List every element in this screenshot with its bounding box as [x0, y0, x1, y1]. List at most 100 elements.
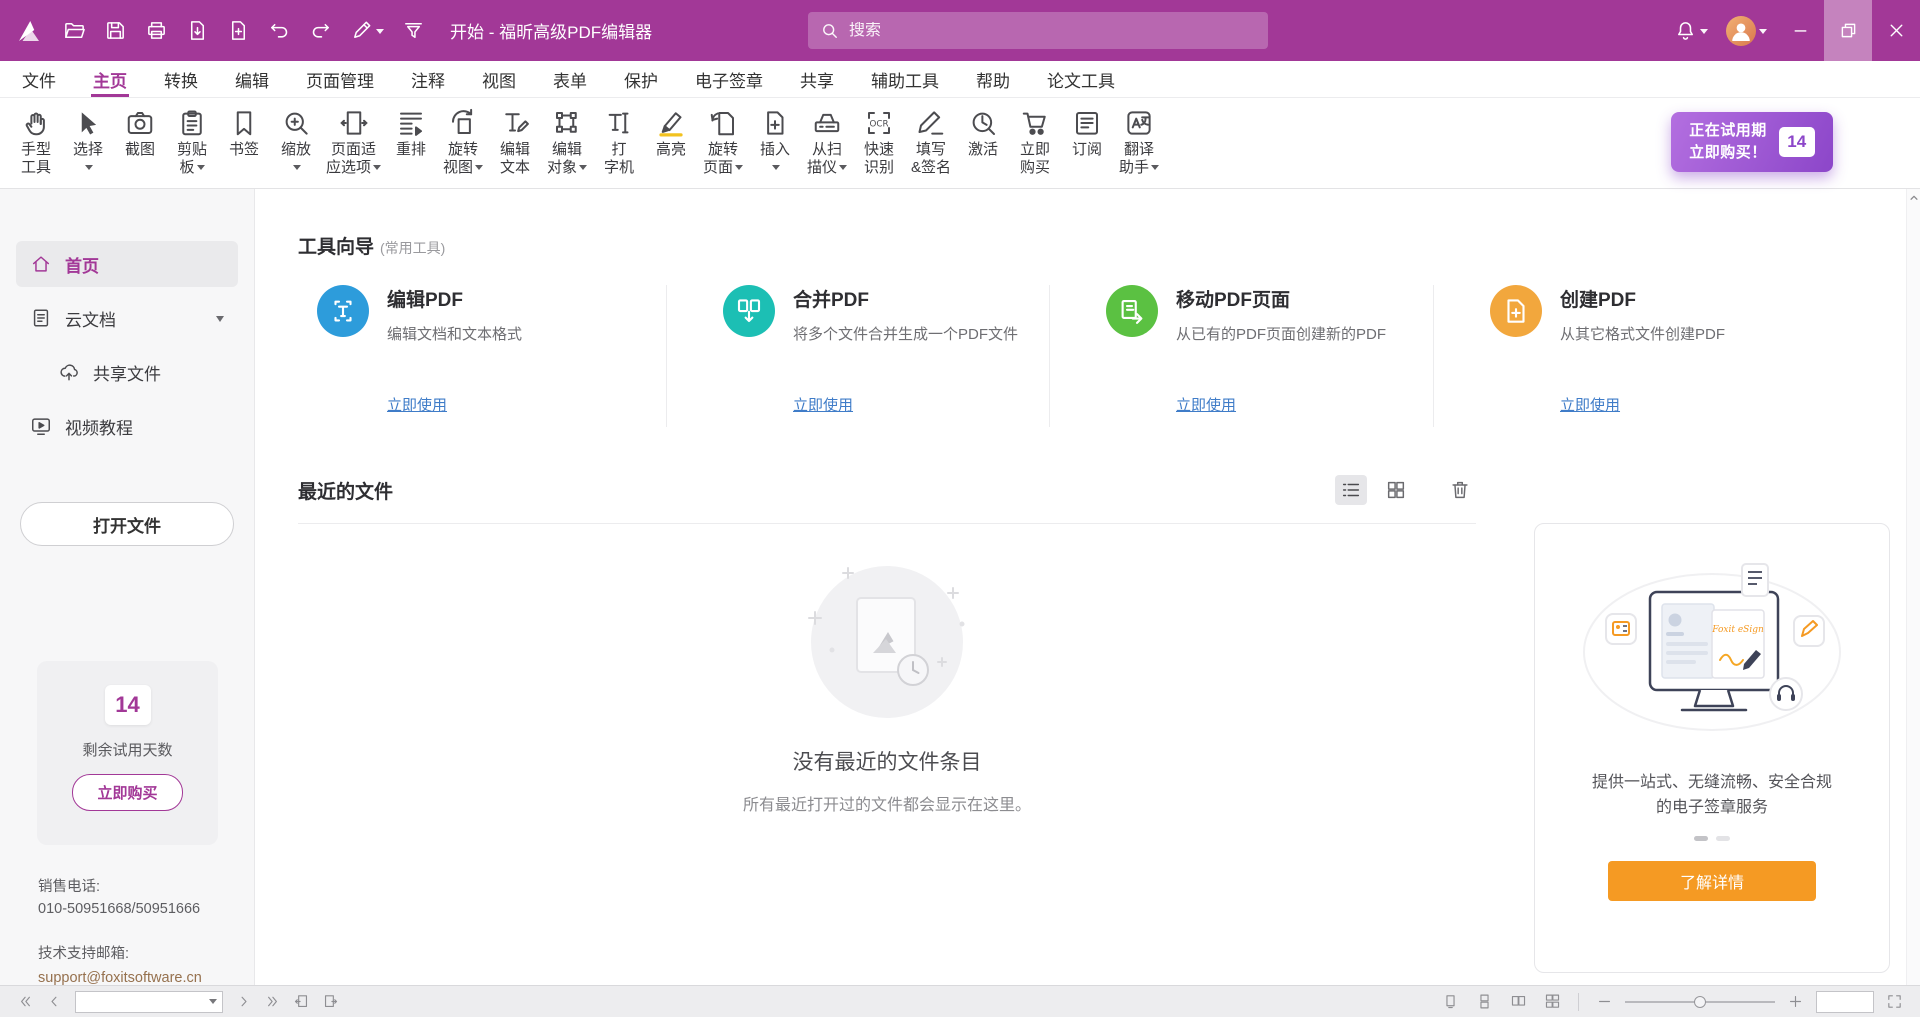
page-number-input[interactable] [76, 994, 209, 1009]
ribbon-edit-object[interactable]: 编辑对象 [541, 105, 593, 179]
ribbon-zoom[interactable]: 缩放 [270, 105, 322, 179]
zoom-slider[interactable] [1625, 992, 1775, 1012]
full-screen-button[interactable] [1881, 990, 1908, 1014]
ribbon-clipboard[interactable]: 剪贴板 [166, 105, 218, 179]
zoom-in-button[interactable] [1782, 990, 1809, 1014]
sidebar-item-shared-files[interactable]: 共享文件 [16, 349, 238, 395]
ribbon-typewriter[interactable]: 打字机 [593, 105, 645, 179]
use-now-link-edit-pdf[interactable]: 立即使用 [387, 394, 447, 415]
trial-badge[interactable]: 正在试用期 立即购买！ 14 [1671, 112, 1833, 172]
last-page-button[interactable] [259, 990, 286, 1014]
search-input[interactable] [849, 22, 1256, 40]
ribbon-insert[interactable]: 插入 [749, 105, 801, 179]
menu-tab-edit[interactable]: 编辑 [233, 61, 271, 97]
minimize-button[interactable] [1776, 0, 1824, 61]
list-view-button[interactable] [1335, 475, 1367, 505]
trial-days-count: 14 [105, 685, 151, 725]
home-icon [30, 253, 52, 275]
menu-tab-esign[interactable]: 电子签章 [693, 61, 765, 97]
menu-tab-home[interactable]: 主页 [91, 61, 129, 97]
fill-sign-icon [916, 108, 946, 138]
grid-view-button[interactable] [1380, 475, 1412, 505]
menu-tab-comment[interactable]: 注释 [409, 61, 447, 97]
chevron-down-icon [475, 165, 483, 174]
export-pdf-button[interactable] [177, 11, 218, 50]
ribbon-buy-now[interactable]: 立即购买 [1009, 105, 1061, 179]
save-button[interactable] [95, 11, 136, 50]
ribbon-select[interactable]: 选择 [62, 105, 114, 179]
undo-button[interactable] [259, 11, 300, 50]
ribbon-quick-ocr[interactable]: OCR快速识别 [853, 105, 905, 179]
learn-more-button[interactable]: 了解详情 [1608, 861, 1816, 901]
ribbon-bookmark[interactable]: 书签 [218, 105, 270, 162]
menu-tab-file[interactable]: 文件 [20, 61, 58, 97]
ribbon-rotate-pages[interactable]: 旋转页面 [697, 105, 749, 179]
ribbon-highlight[interactable]: 高亮 [645, 105, 697, 162]
ribbon-snapshot[interactable]: 截图 [114, 105, 166, 162]
zoom-in-icon [1787, 993, 1804, 1010]
promo-pagination-dots[interactable] [1694, 836, 1730, 841]
menu-tab-view[interactable]: 视图 [480, 61, 518, 97]
zoom-slider-thumb[interactable] [1694, 996, 1706, 1008]
menu-tab-accessibility[interactable]: 辅助工具 [869, 61, 941, 97]
create-pdf-button[interactable] [218, 11, 259, 50]
use-now-link-move-pdf-pages[interactable]: 立即使用 [1176, 394, 1236, 415]
ribbon-subscribe[interactable]: 订阅 [1061, 105, 1113, 162]
menu-tab-share[interactable]: 共享 [798, 61, 836, 97]
next-view-button[interactable] [317, 990, 344, 1014]
ribbon-from-scanner[interactable]: 从扫描仪 [801, 105, 853, 179]
buy-now-button[interactable]: 立即购买 [72, 774, 182, 811]
recent-files-title: 最近的文件 [298, 477, 393, 504]
sidebar-item-home[interactable]: 首页 [16, 241, 238, 287]
ribbon-fill-sign[interactable]: 填写&签名 [905, 105, 957, 179]
notifications-button[interactable] [1665, 11, 1717, 50]
facing-button[interactable] [1505, 990, 1532, 1014]
continuous-facing-button[interactable] [1539, 990, 1566, 1014]
vertical-scrollbar[interactable] [1906, 189, 1920, 985]
ribbon-edit-text[interactable]: 编辑文本 [489, 105, 541, 179]
quick-actions-button[interactable] [393, 11, 434, 50]
zoom-level-input[interactable] [1816, 991, 1874, 1013]
menu-tab-help[interactable]: 帮助 [974, 61, 1012, 97]
close-button[interactable] [1872, 0, 1920, 61]
move-pdf-pages-icon [1106, 285, 1158, 337]
prev-view-button[interactable] [288, 990, 315, 1014]
foxit-logo-icon[interactable] [12, 14, 46, 48]
ribbon-translate-assistant[interactable]: 翻译助手 [1113, 105, 1165, 179]
restore-button[interactable] [1824, 0, 1872, 61]
menu-tab-convert[interactable]: 转换 [162, 61, 200, 97]
continuous-button[interactable] [1471, 990, 1498, 1014]
delete-recent-button[interactable] [1444, 475, 1476, 505]
account-button[interactable] [1717, 8, 1776, 54]
dot-2[interactable] [1716, 836, 1730, 841]
search-box[interactable] [808, 12, 1268, 49]
esign-button[interactable] [341, 11, 393, 50]
zoom-out-button[interactable] [1591, 990, 1618, 1014]
ribbon-toolbar: 手型工具选择截图剪贴板书签缩放页面适应选项重排旋转视图编辑文本编辑对象打字机高亮… [0, 98, 1920, 189]
chevron-down-icon[interactable] [209, 999, 217, 1008]
menu-tab-paper-tools[interactable]: 论文工具 [1045, 61, 1117, 97]
ribbon-fit-page-options[interactable]: 页面适应选项 [322, 105, 385, 179]
dot-1[interactable] [1694, 836, 1708, 841]
menu-tab-form[interactable]: 表单 [551, 61, 589, 97]
open-file-button[interactable] [54, 11, 95, 50]
ribbon-rotate-view[interactable]: 旋转视图 [437, 105, 489, 179]
ribbon-activate[interactable]: 激活 [957, 105, 1009, 162]
next-page-button[interactable] [230, 990, 257, 1014]
ribbon-hand-tool[interactable]: 手型工具 [10, 105, 62, 179]
menu-tab-page-organize[interactable]: 页面管理 [304, 61, 376, 97]
single-page-button[interactable] [1437, 990, 1464, 1014]
ribbon-reflow[interactable]: 重排 [385, 105, 437, 162]
print-button[interactable] [136, 11, 177, 50]
sidebar-item-video-tutorials[interactable]: 视频教程 [16, 403, 238, 449]
use-now-link-merge-pdf[interactable]: 立即使用 [793, 394, 853, 415]
first-page-button[interactable] [12, 990, 39, 1014]
sidebar-item-cloud-docs[interactable]: 云文档 [16, 295, 238, 341]
titlebar-right [1665, 0, 1920, 61]
redo-button[interactable] [300, 11, 341, 50]
open-file-button[interactable]: 打开文件 [20, 502, 234, 546]
menu-tab-protect[interactable]: 保护 [622, 61, 660, 97]
tools-section-title: 工具向导 [298, 232, 374, 259]
prev-page-button[interactable] [41, 990, 68, 1014]
use-now-link-create-pdf[interactable]: 立即使用 [1560, 394, 1620, 415]
